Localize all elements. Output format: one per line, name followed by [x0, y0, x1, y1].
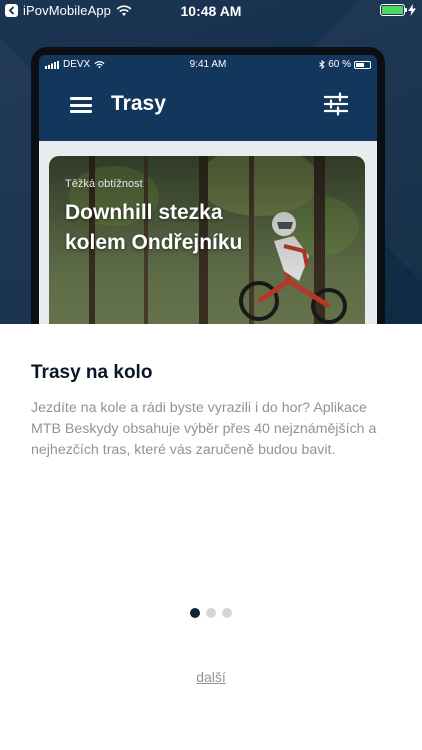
onboarding-description: Jezdíte na kole a rádi byste vyrazili i …	[31, 400, 377, 458]
page-dot-1[interactable]	[190, 608, 200, 618]
phone-mockup: DEVX 9:41 AM 60 % Trasy Těžká obtížnost …	[31, 47, 385, 324]
phone-screen: DEVX 9:41 AM 60 % Trasy Těžká obtížnost …	[39, 55, 377, 324]
battery-icon	[380, 4, 407, 16]
onboarding-title: Trasy na kolo	[31, 362, 153, 383]
filter-sliders-icon	[324, 92, 348, 116]
hamburger-menu-icon	[70, 97, 92, 113]
mockup-battery-percent: 60 %	[328, 59, 351, 70]
battery-icon	[354, 60, 371, 69]
trail-card: Těžká obtížnost Downhill stezka kolem On…	[49, 156, 365, 324]
trail-difficulty: Těžká obtížnost	[65, 178, 143, 190]
page-indicator	[0, 608, 422, 618]
page-dot-2[interactable]	[206, 608, 216, 618]
mockup-app-bar: Trasy	[39, 83, 377, 131]
charging-bolt-icon	[408, 4, 416, 16]
mockup-status-bar: DEVX 9:41 AM 60 %	[39, 55, 377, 75]
mockup-content: Těžká obtížnost Downhill stezka kolem On…	[39, 141, 377, 324]
mockup-app-title: Trasy	[111, 92, 166, 115]
status-bar-right	[380, 4, 416, 16]
status-bar: iPovMobileApp 10:48 AM	[0, 0, 422, 22]
bluetooth-icon	[319, 60, 325, 69]
hero-illustration: iPovMobileApp 10:48 AM DEVX 9:41 AM 60 %…	[0, 0, 422, 324]
status-time: 10:48 AM	[180, 3, 242, 19]
next-button[interactable]: další	[0, 669, 422, 685]
page-dot-3[interactable]	[222, 608, 232, 618]
trail-title: Downhill stezka kolem Ondřejníku	[65, 201, 243, 254]
